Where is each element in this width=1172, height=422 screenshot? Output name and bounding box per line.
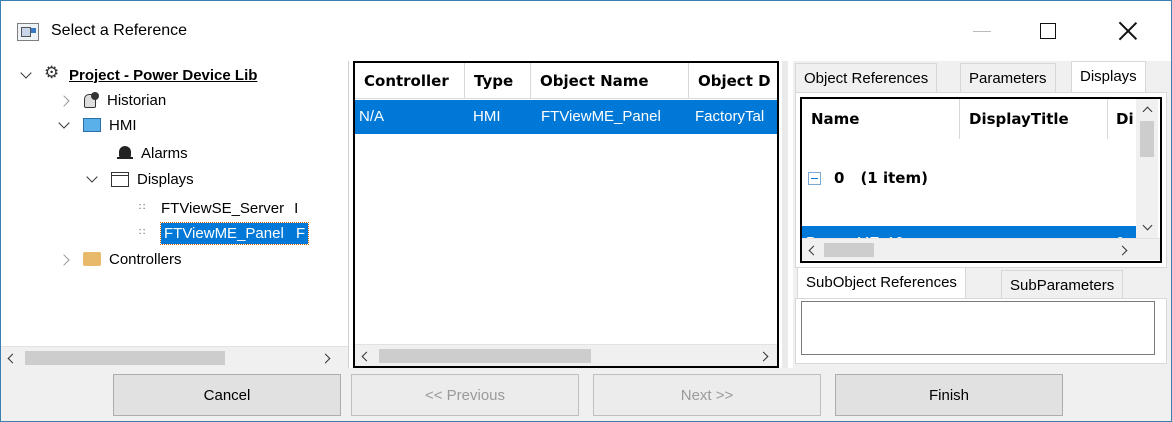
list-horizontal-scrollbar[interactable] bbox=[802, 238, 1160, 260]
column-header-type[interactable]: Type bbox=[465, 63, 531, 99]
button-bar: Cancel << Previous Next >> Finish bbox=[1, 368, 1171, 421]
tree-item-label: Controllers bbox=[109, 250, 182, 268]
grid-header: Controller Type Object Name Object D bbox=[355, 63, 777, 99]
historian-icon bbox=[83, 92, 99, 108]
app-icon bbox=[17, 23, 39, 41]
maximize-button[interactable] bbox=[1025, 11, 1071, 51]
tab-subparameters[interactable]: SubParameters bbox=[1001, 270, 1124, 300]
scroll-up-icon[interactable] bbox=[1136, 99, 1158, 119]
title-bar: Select a Reference bbox=[1, 1, 1171, 61]
tab-parameters[interactable]: Parameters bbox=[960, 63, 1056, 93]
column-header-name[interactable]: Name bbox=[802, 99, 960, 139]
close-icon bbox=[1118, 21, 1138, 41]
column-header-object-description[interactable]: Object D bbox=[689, 63, 777, 99]
chevron-down-icon[interactable] bbox=[57, 118, 71, 133]
window-title: Select a Reference bbox=[51, 22, 188, 39]
group-row[interactable]: 0 (1 item) bbox=[802, 163, 1132, 193]
chevron-right-icon[interactable] bbox=[57, 252, 71, 267]
next-button[interactable]: Next >> bbox=[593, 374, 821, 416]
gear-icon bbox=[44, 63, 61, 83]
bell-icon bbox=[117, 145, 133, 161]
hmi-icon bbox=[83, 118, 101, 132]
column-header-object-name[interactable]: Object Name bbox=[531, 63, 689, 99]
displays-tab-body: Name DisplayTitle Di 0 (1 item) Power_ME… bbox=[795, 92, 1167, 268]
scroll-thumb[interactable] bbox=[379, 349, 591, 363]
tree-item-hmi[interactable]: HMI bbox=[57, 113, 137, 137]
chevron-down-icon[interactable] bbox=[19, 68, 33, 83]
scroll-left-icon[interactable] bbox=[355, 345, 375, 366]
cell-controller: N/A bbox=[359, 108, 385, 125]
tree-item-label: Historian bbox=[107, 91, 167, 109]
references-panel: Object References Parameters Displays Na… bbox=[793, 61, 1171, 368]
tab-subobject-references[interactable]: SubObject References bbox=[797, 267, 966, 299]
folder-icon bbox=[83, 252, 101, 266]
cell-type: HMI bbox=[473, 108, 501, 125]
previous-button[interactable]: << Previous bbox=[351, 374, 579, 416]
tree-item-selected: FTViewME_Panel F bbox=[159, 221, 310, 245]
maximize-icon bbox=[1040, 23, 1056, 39]
list-vertical-scrollbar[interactable] bbox=[1136, 99, 1158, 238]
tree-item-label: Project - Power Device Lib bbox=[69, 66, 258, 84]
tree-item-label: FTViewME_Panel bbox=[164, 224, 284, 242]
close-button[interactable] bbox=[1105, 11, 1151, 51]
reference-tree: Project - Power Device Lib Historian HMI… bbox=[1, 61, 349, 368]
tree-item-label: FTViewSE_Server bbox=[161, 199, 285, 217]
cell-object-name: FTViewME_Panel bbox=[541, 108, 661, 125]
select-reference-dialog: Select a Reference Project - Power Devic… bbox=[0, 0, 1172, 422]
tab-displays[interactable]: Displays bbox=[1071, 61, 1146, 93]
item-icon: ∷ bbox=[139, 202, 145, 213]
scroll-right-icon[interactable] bbox=[755, 345, 775, 366]
tree-item-displays[interactable]: Displays bbox=[85, 167, 194, 191]
group-label: 0 bbox=[834, 169, 845, 187]
item-icon: ∷ bbox=[139, 227, 145, 238]
scroll-left-icon[interactable] bbox=[802, 239, 822, 261]
tree-item-label: Alarms bbox=[141, 144, 188, 162]
display-icon bbox=[111, 171, 129, 187]
table-row[interactable]: N/A HMI FTViewME_Panel FactoryTal bbox=[355, 100, 777, 134]
tree-item-historian[interactable]: Historian bbox=[57, 88, 166, 112]
tree-item-label: HMI bbox=[109, 116, 137, 134]
scroll-thumb[interactable] bbox=[1140, 121, 1154, 157]
pane-splitter[interactable] bbox=[782, 61, 788, 368]
tree-item-suffix: I bbox=[294, 199, 299, 217]
tree-item-project[interactable]: Project - Power Device Lib bbox=[19, 63, 257, 87]
chevron-right-icon[interactable] bbox=[57, 93, 71, 108]
tree-item-ftviewse-server[interactable]: ∷ FTViewSE_Server I bbox=[127, 196, 298, 220]
tree-item-label: Displays bbox=[137, 170, 194, 188]
minimize-icon bbox=[973, 30, 991, 32]
object-grid: Controller Type Object Name Object D N/A… bbox=[353, 61, 779, 368]
subobject-list[interactable] bbox=[801, 301, 1155, 355]
collapse-icon[interactable] bbox=[808, 171, 821, 185]
tree-item-suffix: F bbox=[295, 224, 306, 242]
tree-item-controllers[interactable]: Controllers bbox=[57, 247, 182, 271]
scroll-right-icon[interactable] bbox=[1114, 239, 1134, 261]
minimize-button[interactable] bbox=[959, 11, 1005, 51]
chevron-down-icon[interactable] bbox=[85, 172, 99, 187]
cell-object-description: FactoryTal bbox=[695, 108, 765, 125]
tree-item-alarms[interactable]: Alarms bbox=[105, 141, 188, 165]
column-header-di[interactable]: Di bbox=[1108, 99, 1138, 139]
displays-list: Name DisplayTitle Di 0 (1 item) Power_ME… bbox=[800, 97, 1162, 263]
group-count: (1 item) bbox=[860, 169, 928, 187]
grid-horizontal-scrollbar[interactable] bbox=[355, 344, 777, 366]
tab-object-references[interactable]: Object References bbox=[795, 63, 938, 93]
tree-horizontal-scrollbar[interactable] bbox=[1, 346, 348, 368]
column-header-display-title[interactable]: DisplayTitle bbox=[960, 99, 1108, 139]
scroll-down-icon[interactable] bbox=[1136, 217, 1158, 237]
column-header-controller[interactable]: Controller bbox=[355, 63, 465, 99]
scroll-left-icon[interactable] bbox=[1, 347, 21, 368]
finish-button[interactable]: Finish bbox=[835, 374, 1063, 416]
scroll-right-icon[interactable] bbox=[317, 347, 337, 368]
scroll-thumb[interactable] bbox=[824, 243, 874, 257]
scroll-thumb[interactable] bbox=[25, 351, 225, 365]
cancel-button[interactable]: Cancel bbox=[113, 374, 341, 416]
tree-item-ftviewme-panel[interactable]: ∷ FTViewME_Panel F bbox=[127, 221, 310, 245]
